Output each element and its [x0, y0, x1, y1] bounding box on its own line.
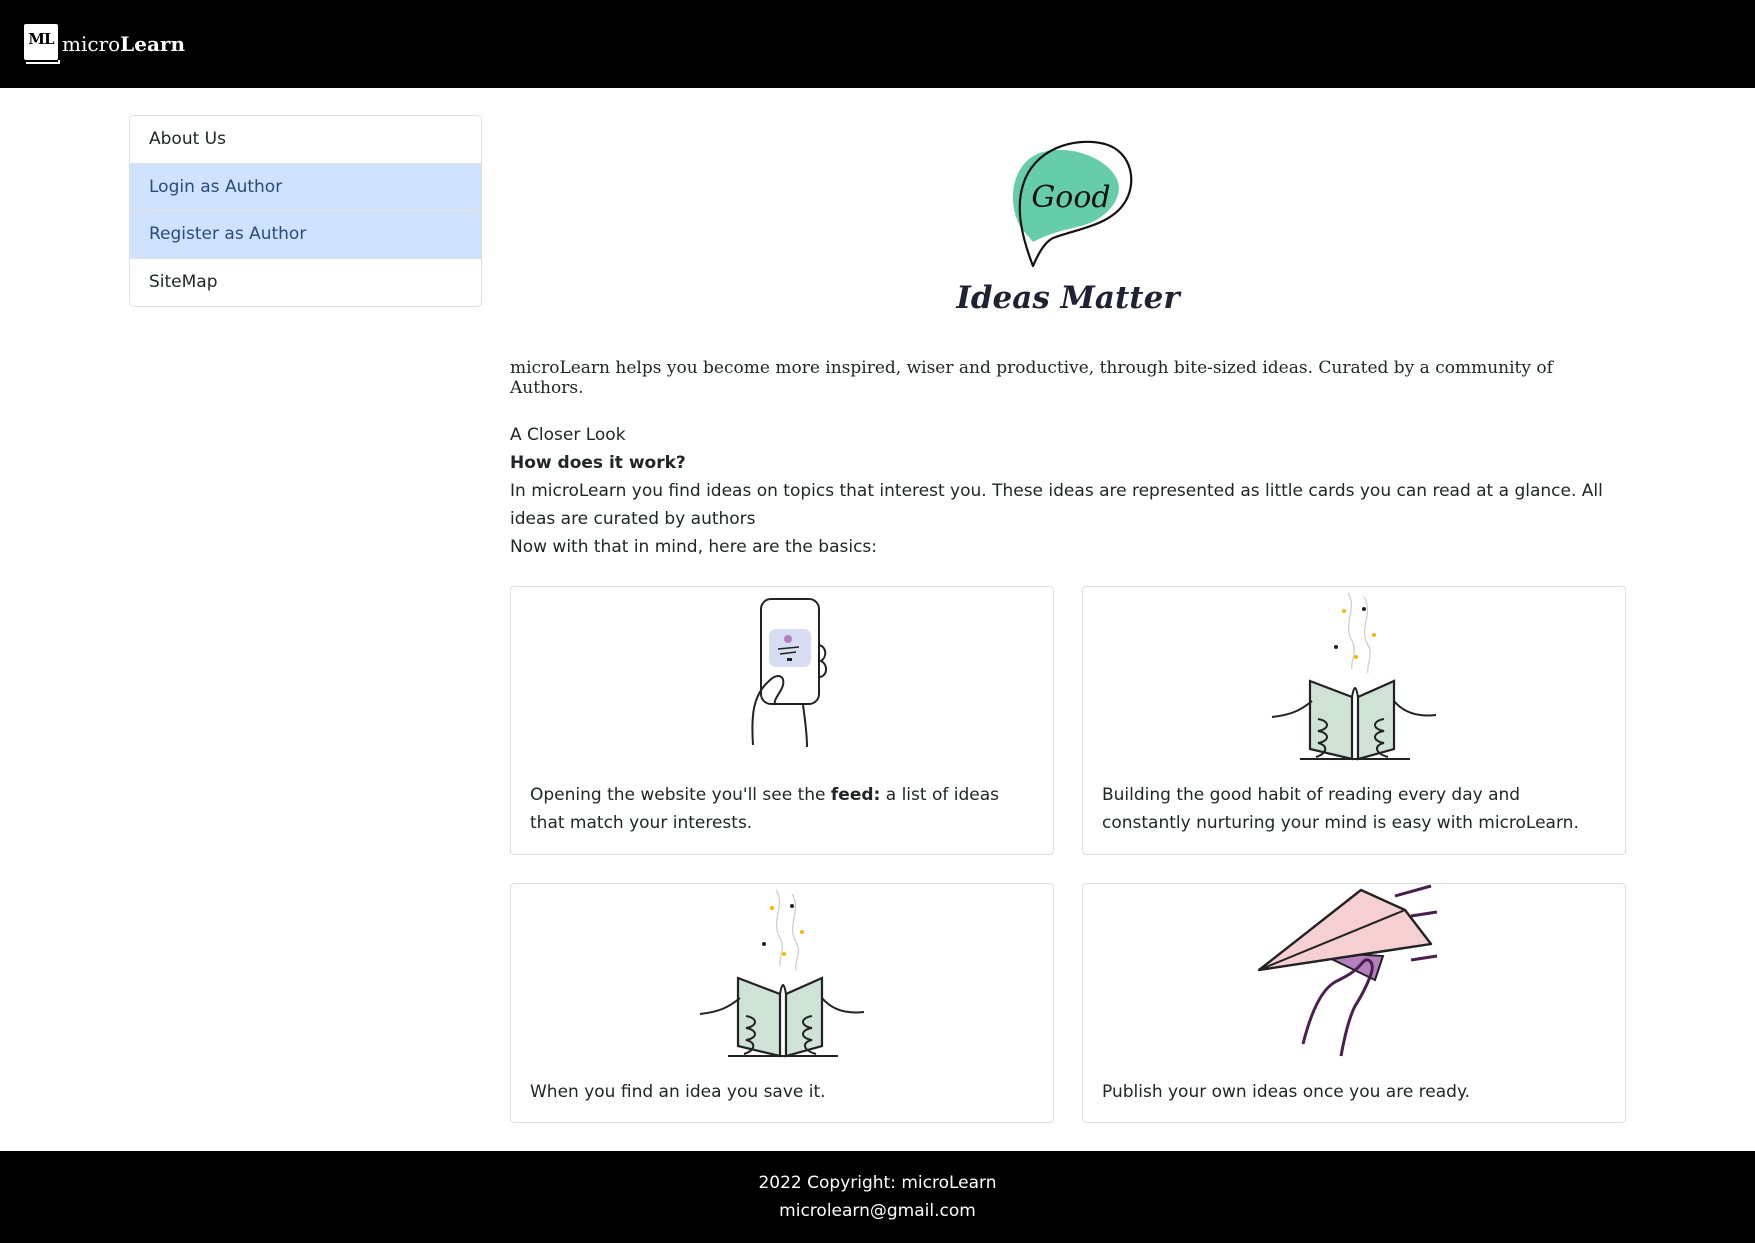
top-navbar: ML microLearn [0, 0, 1755, 88]
brand-name: microLearn [62, 32, 185, 56]
sidebar-item-about-us[interactable]: About Us [130, 116, 481, 164]
intro-text: microLearn helps you become more inspire… [510, 358, 1553, 398]
closer-look-section: A Closer Look How does it work? In micro… [510, 421, 1626, 561]
sidebar-item-sitemap[interactable]: SiteMap [130, 258, 481, 306]
page-footer: 2022 Copyright: microLearn microlearn@gm… [0, 1151, 1755, 1243]
section-heading: How does it work? [510, 453, 686, 473]
card-caption: Building the good habit of reading every… [1102, 785, 1579, 833]
card-caption: When you find an idea you save it. [530, 1082, 826, 1102]
card-caption: Opening the website you'll see the feed:… [530, 785, 999, 833]
sidebar-item-login-as-author[interactable]: Login as Author [130, 163, 481, 211]
page-title: Ideas Matter [956, 280, 1180, 316]
footer-copyright: 2022 Copyright: microLearn [758, 1173, 997, 1193]
speech-bubble-icon: Good [1012, 140, 1133, 268]
feature-card: Publish your own ideas once you are read… [1082, 883, 1626, 1123]
bubble-text: Good [1031, 180, 1110, 215]
section-lead: Now with that in mind, here are the basi… [510, 537, 878, 557]
sidebar-menu: About Us Login as Author Register as Aut… [129, 115, 482, 307]
logo-monogram: ML [28, 30, 54, 48]
feature-card: Building the good habit of reading every… [1082, 586, 1626, 855]
footer-email[interactable]: microlearn@gmail.com [0, 1197, 1755, 1225]
paper-plane-icon [1257, 884, 1438, 1057]
open-book-icon [1271, 592, 1437, 761]
section-kicker: A Closer Look [510, 425, 626, 445]
feature-card: Opening the website you'll see the feed:… [510, 586, 1054, 855]
open-book-icon [699, 889, 865, 1058]
card-caption: Publish your own ideas once you are read… [1102, 1082, 1471, 1102]
feature-card: When you find an idea you save it. [510, 883, 1054, 1123]
sidebar-item-register-as-author[interactable]: Register as Author [130, 211, 481, 259]
brand-link[interactable]: ML microLearn [24, 24, 185, 64]
section-paragraph: In microLearn you find ideas on topics t… [510, 481, 1603, 529]
phone-hand-icon [751, 598, 827, 748]
hero-section: Good Ideas Matter [510, 130, 1626, 316]
book-logo-icon: ML [24, 24, 60, 64]
